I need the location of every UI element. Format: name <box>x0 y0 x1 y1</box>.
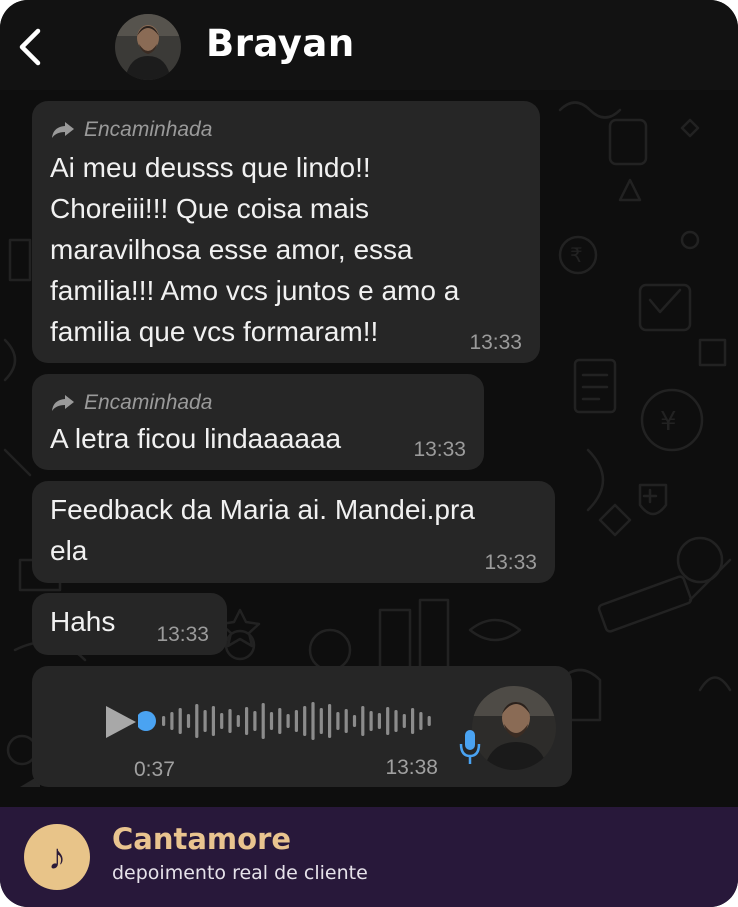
forwarded-indicator: Encaminhada <box>50 391 212 415</box>
forward-arrow-icon <box>52 122 74 138</box>
chat-header: Brayan <box>0 0 738 90</box>
forwarded-label: Encaminhada <box>84 118 213 141</box>
message-bubble[interactable]: Encaminhada Ai meu deusss que lindo!! Ch… <box>32 101 540 363</box>
message-bubble[interactable]: Feedback da Maria ai. Mandei.pra ela 13:… <box>32 481 555 583</box>
brand-footer <box>0 807 738 907</box>
message-text: Ai meu deusss que lindo!! Choreiii!!! Qu… <box>50 152 460 347</box>
contact-name: Brayan <box>206 22 355 65</box>
audio-scrubber <box>138 711 156 731</box>
sender-avatar <box>472 686 556 770</box>
forwarded-indicator: Encaminhada <box>50 118 212 142</box>
svg-text:₹: ₹ <box>570 243 583 267</box>
svg-text:¥: ¥ <box>660 407 677 437</box>
play-icon[interactable] <box>106 706 136 738</box>
message-bubble[interactable]: Hahs 13:33 <box>32 593 227 655</box>
brand-name: Cantamore <box>112 822 292 856</box>
back-button[interactable] <box>12 26 46 68</box>
app-frame: Brayan ₹ ¥ Encaminhada Ai meu deusss que… <box>0 0 738 907</box>
message-bubble[interactable]: Encaminhada A letra ficou lindaaaaaa 13:… <box>32 374 484 470</box>
brand-tagline: depoimento real de cliente <box>112 862 368 884</box>
music-note-icon: ♪ <box>24 824 90 890</box>
microphone-icon <box>459 730 481 764</box>
audio-message-bubble[interactable]: 0:37 13:38 <box>32 666 572 787</box>
message-time: 13:33 <box>156 623 209 646</box>
message-time: 13:33 <box>469 331 522 354</box>
chat-area[interactable]: ₹ ¥ Encaminhada Ai meu deusss que lindo!… <box>0 90 738 807</box>
message-time: 13:38 <box>385 756 438 779</box>
contact-avatar[interactable] <box>115 14 181 80</box>
message-text: Feedback da Maria ai. Mandei.pra ela <box>50 494 475 566</box>
message-time: 13:33 <box>413 438 466 461</box>
message-text: A letra ficou lindaaaaaa <box>50 423 342 454</box>
message-text: Hahs <box>50 606 116 637</box>
forward-arrow-icon <box>52 395 74 411</box>
audio-waveform[interactable] <box>138 696 438 746</box>
forwarded-label: Encaminhada <box>84 391 213 414</box>
back-chevron-icon <box>19 28 41 66</box>
audio-duration: 0:37 <box>134 758 175 781</box>
message-time: 13:33 <box>484 551 537 574</box>
